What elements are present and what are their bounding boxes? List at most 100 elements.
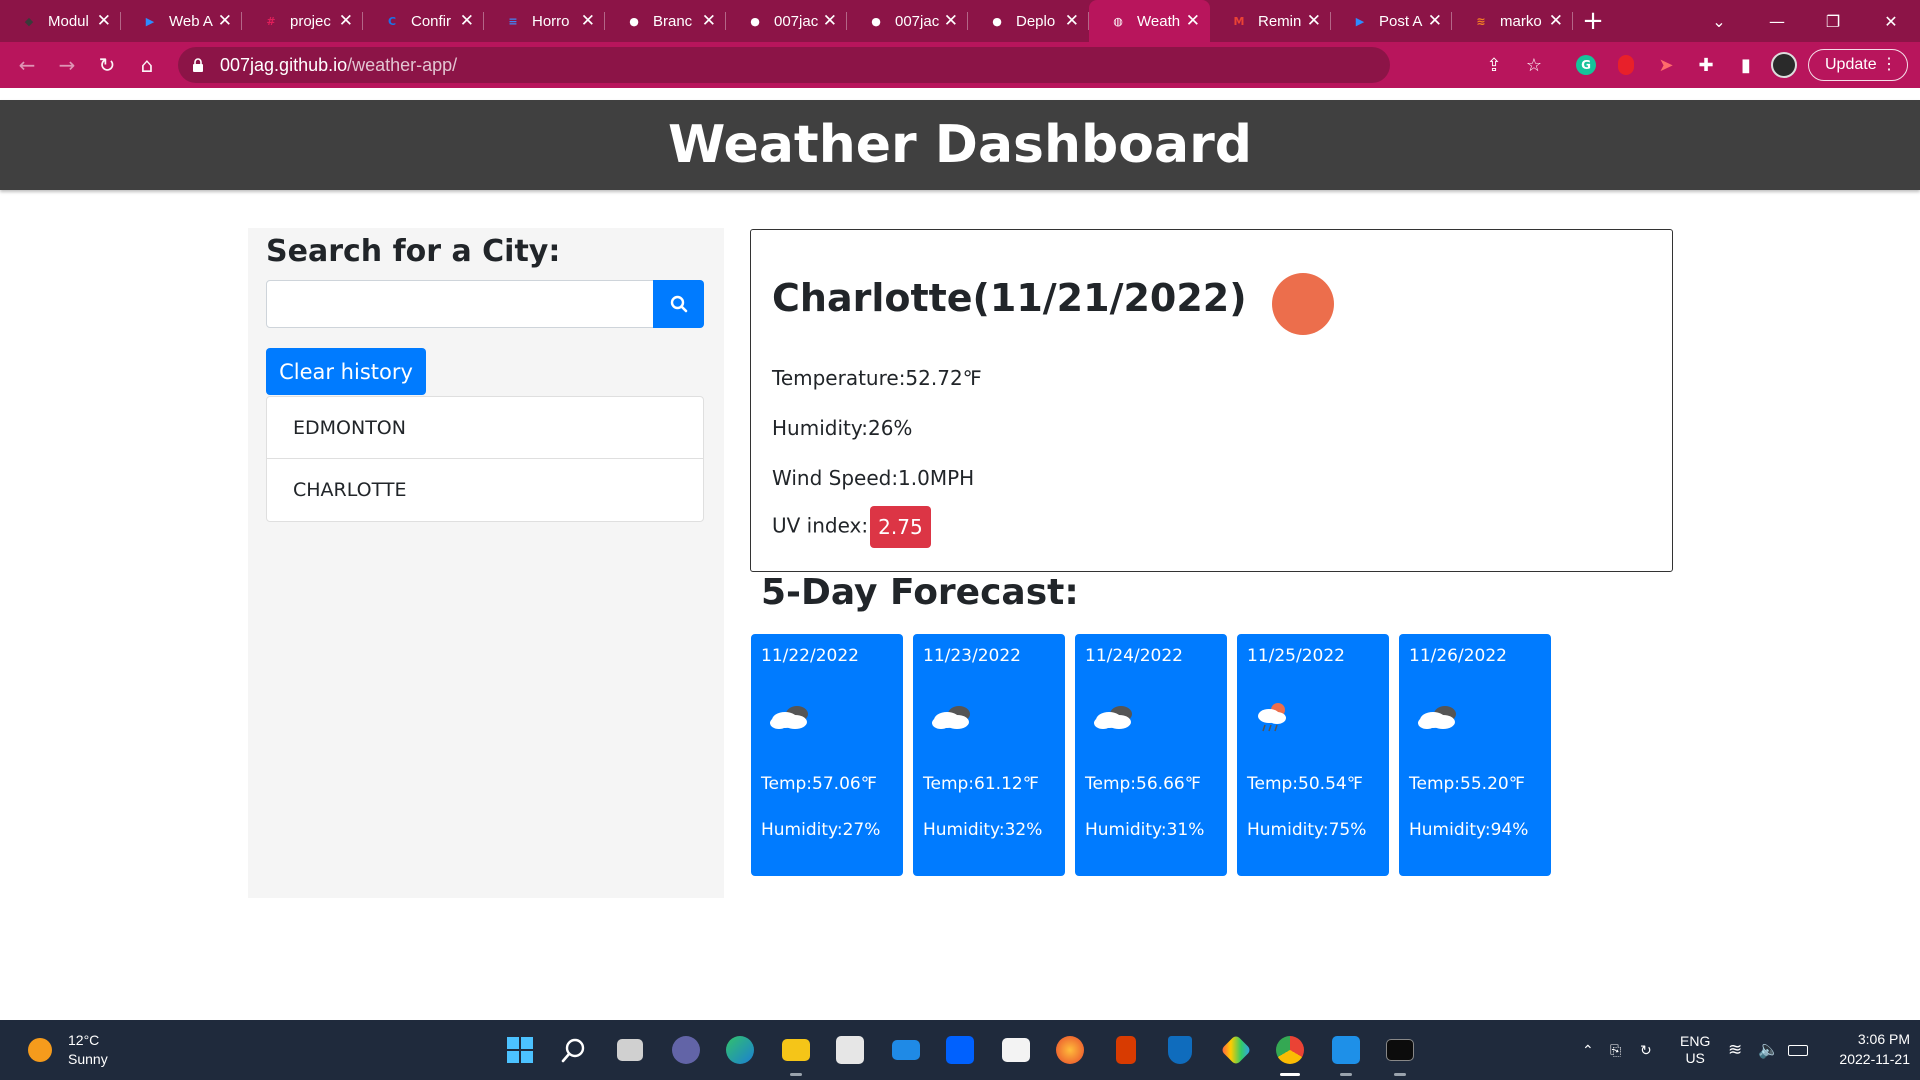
vscode-icon[interactable]: [1328, 1032, 1364, 1076]
forecast-heading: 5-Day Forecast:: [761, 572, 1079, 613]
city-search-input[interactable]: [266, 280, 654, 328]
close-tab-icon[interactable]: ✕: [218, 11, 232, 31]
zoom-icon: ▶: [1355, 14, 1365, 28]
search-button[interactable]: [653, 280, 704, 328]
close-tab-icon[interactable]: ✕: [944, 11, 958, 31]
browser-tab[interactable]: C Confir ✕: [363, 0, 484, 42]
forecast-humidity: Humidity:32%: [923, 820, 1043, 840]
chrome-icon[interactable]: [1272, 1032, 1308, 1076]
battery-icon[interactable]: [1788, 1020, 1808, 1080]
forward-icon[interactable]: →: [47, 45, 87, 85]
page-title: Weather Dashboard: [668, 115, 1252, 175]
browser-tab[interactable]: ● Branc ✕: [605, 0, 726, 42]
git-kraken-icon[interactable]: [1218, 1032, 1254, 1068]
close-tab-icon[interactable]: ✕: [1549, 11, 1563, 31]
address-bar[interactable]: 007jag.github.io/weather-app/: [178, 47, 1390, 83]
close-tab-icon[interactable]: ✕: [460, 11, 474, 31]
browser-tab[interactable]: M Remin ✕: [1210, 0, 1331, 42]
volume-icon[interactable]: 🔈: [1758, 1020, 1779, 1080]
search-icon: [670, 295, 687, 313]
extension-arrow-icon[interactable]: ➤: [1652, 51, 1680, 79]
sync-icon[interactable]: ↻: [1640, 1020, 1652, 1080]
browser-tab[interactable]: ≡ Horro ✕: [484, 0, 605, 42]
forecast-card: 11/23/2022 Temp:61.12℉ Humidity:32%: [913, 634, 1065, 876]
close-tab-icon[interactable]: ✕: [1186, 11, 1200, 31]
language-indicator[interactable]: ENG US: [1680, 1020, 1710, 1080]
forecast-temp: Temp:56.66℉: [1085, 774, 1201, 794]
microsoft-store-icon[interactable]: [832, 1032, 868, 1068]
grammarly-icon[interactable]: G: [1572, 51, 1600, 79]
tab-label: Remin: [1258, 12, 1302, 30]
close-tab-icon[interactable]: ✕: [1428, 11, 1442, 31]
dropbox-icon[interactable]: [942, 1032, 978, 1068]
browser-tab[interactable]: ◆ Modul ✕: [0, 0, 121, 42]
url-host: 007jag.github.io: [220, 54, 348, 75]
weather-widget-temp: 12°C: [68, 1032, 100, 1048]
tab-label: Modul: [48, 12, 89, 30]
firefox-icon[interactable]: [1052, 1032, 1088, 1068]
update-button[interactable]: Update ⋮: [1808, 49, 1908, 81]
wind-speed-text: Wind Speed:1.0MPH: [772, 466, 975, 490]
close-tab-icon[interactable]: ✕: [1307, 11, 1321, 31]
close-tab-icon[interactable]: ✕: [339, 11, 353, 31]
terminal-icon[interactable]: [1382, 1032, 1418, 1076]
search-icon[interactable]: [556, 1032, 592, 1068]
teams-chat-icon[interactable]: [668, 1032, 704, 1068]
close-window-icon[interactable]: ✕: [1866, 0, 1916, 42]
browser-tab[interactable]: ◍ Weath ✕: [1089, 0, 1210, 42]
network-usb-icon[interactable]: ⎘: [1610, 1020, 1621, 1080]
tab-label: 007jac: [774, 12, 819, 30]
broken-clouds-icon: [1418, 706, 1456, 729]
edge-icon[interactable]: [722, 1032, 758, 1068]
new-tab-icon[interactable]: +: [1573, 0, 1613, 42]
weather-widget[interactable]: 12°C Sunny: [28, 1031, 108, 1069]
slack-icon: #: [266, 14, 276, 28]
lock-icon[interactable]: [192, 58, 204, 72]
extensions-puzzle-icon[interactable]: ✚: [1692, 51, 1720, 79]
browser-tab[interactable]: ▶ Post A ✕: [1331, 0, 1452, 42]
browser-tab[interactable]: ≋ marko ✕: [1452, 0, 1573, 42]
history-item-edmonton[interactable]: EDMONTON: [267, 397, 703, 459]
close-tab-icon[interactable]: ✕: [702, 11, 716, 31]
office-icon[interactable]: [1108, 1032, 1144, 1068]
mail-icon[interactable]: [888, 1032, 924, 1068]
wifi-icon[interactable]: ≋: [1728, 1020, 1742, 1080]
minimize-icon[interactable]: —: [1752, 0, 1802, 42]
browser-tab[interactable]: ● Deplo ✕: [968, 0, 1089, 42]
more-menu-icon[interactable]: ⋮: [1881, 54, 1897, 74]
amazon-icon[interactable]: [998, 1032, 1034, 1068]
clock-date: 2022-11-21: [1839, 1051, 1910, 1067]
extension-red-icon[interactable]: [1612, 51, 1640, 79]
tray-overflow-icon[interactable]: ⌃: [1582, 1020, 1594, 1080]
share-icon[interactable]: ⇪: [1480, 51, 1508, 79]
file-explorer-icon[interactable]: [778, 1032, 814, 1076]
close-tab-icon[interactable]: ✕: [97, 11, 111, 31]
browser-tab[interactable]: ▶ Web A ✕: [121, 0, 242, 42]
start-icon[interactable]: [502, 1032, 538, 1068]
browser-tab[interactable]: ● 007jac ✕: [726, 0, 847, 42]
security-shield-icon[interactable]: [1162, 1032, 1198, 1068]
url-text[interactable]: 007jag.github.io/weather-app/: [220, 55, 457, 76]
close-tab-icon[interactable]: ✕: [1065, 11, 1079, 31]
home-icon[interactable]: ⌂: [127, 45, 167, 85]
close-tab-icon[interactable]: ✕: [823, 11, 837, 31]
tab-label: Branc: [653, 12, 693, 30]
browser-tab[interactable]: ● 007jac ✕: [847, 0, 968, 42]
current-weather-card: Charlotte(11/21/2022) Temperature:52.72℉…: [750, 229, 1673, 572]
taskbar-clock[interactable]: 3:06 PM 2022-11-21: [1824, 1029, 1910, 1069]
profile-avatar[interactable]: [1770, 51, 1798, 79]
restore-icon[interactable]: ❐: [1808, 0, 1858, 42]
browser-tab[interactable]: # projec ✕: [242, 0, 363, 42]
forecast-temp: Temp:55.20℉: [1409, 774, 1525, 794]
history-item-charlotte[interactable]: CHARLOTTE: [267, 459, 703, 521]
close-tab-icon[interactable]: ✕: [581, 11, 595, 31]
tab-search-icon[interactable]: ⌄: [1694, 0, 1744, 42]
task-view-icon[interactable]: [612, 1032, 648, 1068]
tab-label: Web A: [169, 12, 213, 30]
clear-history-button[interactable]: Clear history: [266, 348, 426, 395]
docs-icon: ≡: [508, 14, 518, 28]
side-panel-icon[interactable]: ▮: [1732, 51, 1760, 79]
reload-icon[interactable]: ↻: [87, 45, 127, 85]
bookmark-star-icon[interactable]: ☆: [1520, 51, 1548, 79]
back-icon[interactable]: ←: [7, 45, 47, 85]
